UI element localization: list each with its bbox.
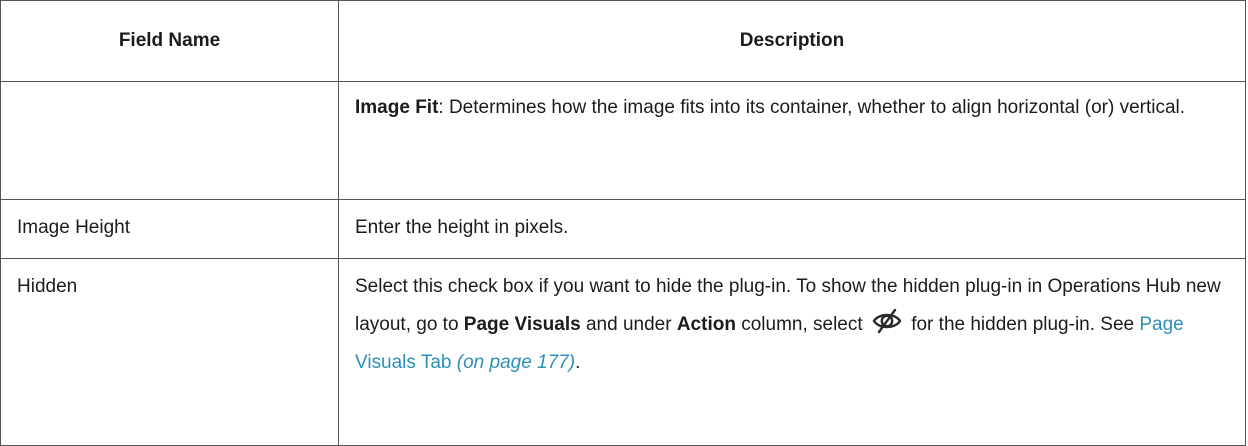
description-cell: Enter the height in pixels. [338,199,1246,259]
field-name-cell [0,81,339,200]
field-name-text: Hidden [17,276,78,297]
description-cell: Image Fit: Determines how the image fits… [338,81,1246,200]
link-page-reference: (on page 177) [456,352,576,373]
header-field-name: Field Name [0,0,339,82]
description-text: Enter the height in pixels. [355,217,569,238]
description-body-2: and under [580,314,677,335]
description-body-3: column, select [735,314,868,335]
term-action: Action [676,314,736,335]
description-body-5: . [575,352,581,373]
field-name-text [1,82,338,99]
field-name-cell: Image Height [0,199,339,259]
term-image-fit: Image Fit [355,97,439,118]
description-body-4: for the hidden plug-in. See [905,314,1140,335]
table-row: Hidden Select this check box if you want… [0,258,1246,446]
hidden-eye-icon [872,308,902,334]
table-row: Image Fit: Determines how the image fits… [0,81,1246,200]
table-row: Image Height Enter the height in pixels. [0,199,1246,259]
description-body: : Determines how the image fits into its… [438,97,1186,118]
table-header-row: Field Name Description [0,0,1246,82]
description-text: Image Fit: Determines how the image fits… [339,82,1245,137]
field-description-table: Field Name Description Image Fit: Determ… [0,0,1246,446]
description-text: Select this check box if you want to hid… [339,259,1245,392]
header-description: Description [338,0,1246,82]
field-name-text: Image Height [17,217,131,238]
description-cell: Select this check box if you want to hid… [338,258,1246,446]
field-name-cell: Hidden [0,258,339,446]
term-page-visuals: Page Visuals [463,314,581,335]
